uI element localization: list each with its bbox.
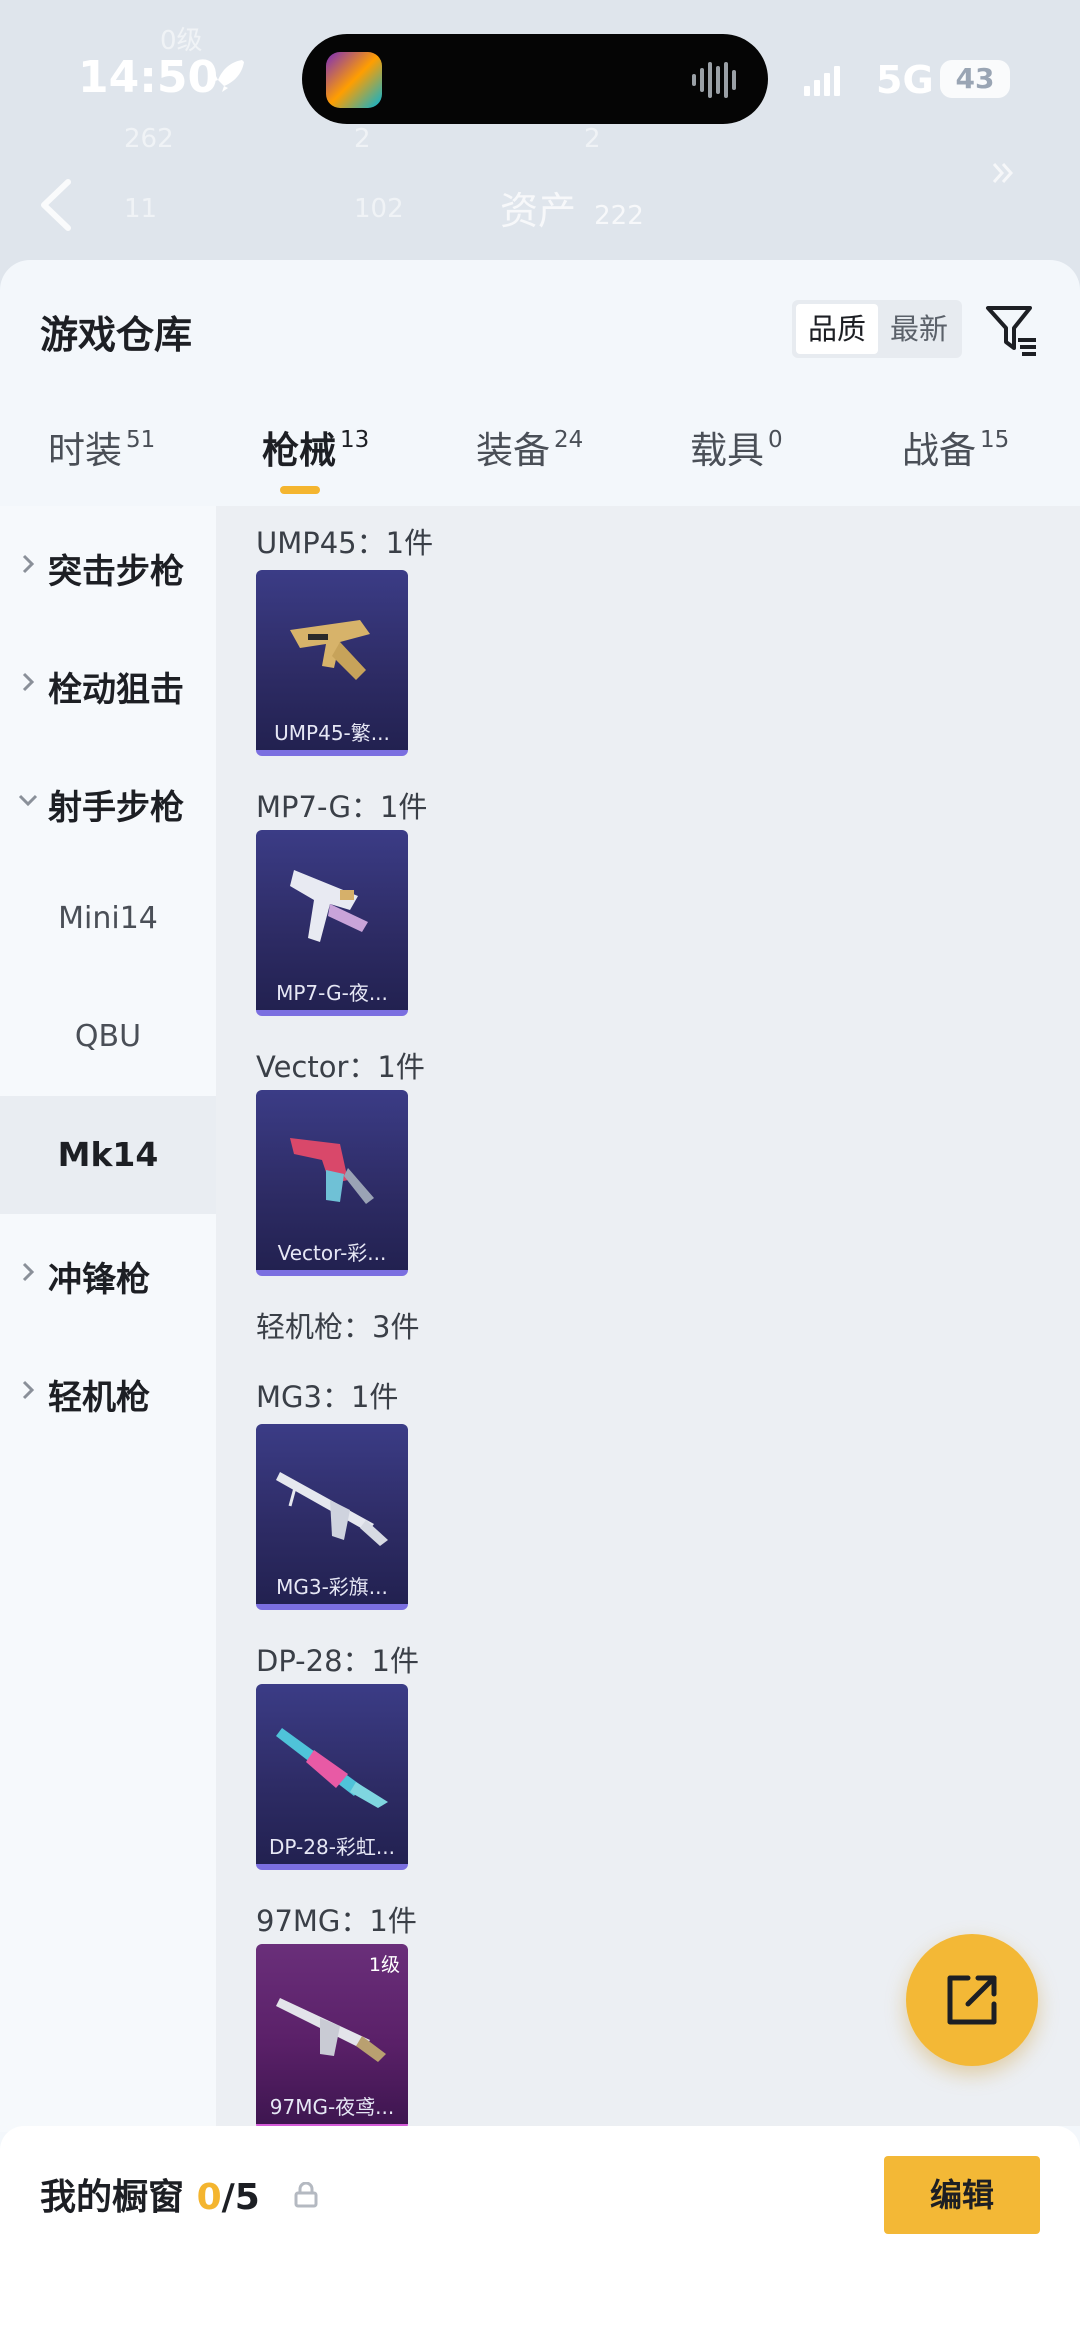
sidebar-item-lmg[interactable]: 轻机枪 <box>0 1332 216 1450</box>
group-title: 97MG：1件 <box>256 1904 417 1938</box>
assets-title: 资产 222 <box>500 189 644 233</box>
group-title: MP7-G：1件 <box>256 790 428 824</box>
dp28-skin-icon <box>276 1728 388 1808</box>
vector-skin-icon <box>290 1138 374 1204</box>
showcase-title: 我的橱窗 0/5 <box>40 2177 260 2218</box>
network-label: 5G <box>876 58 934 102</box>
share-icon <box>947 1975 997 2025</box>
rocket-icon <box>212 60 244 92</box>
item-card[interactable]: 1级 97MG-夜鸢... <box>256 1944 408 2126</box>
chevron-right-icon <box>22 672 35 692</box>
signal-icon <box>804 66 840 96</box>
item-name: 97MG-夜鸢... <box>269 2095 395 2119</box>
chevron-right-icon <box>22 554 35 574</box>
chevron-right-icon <box>22 1380 35 1400</box>
battery-indicator: 43 <box>940 60 1010 98</box>
tab-equipment[interactable]: 装备 24 <box>476 420 583 500</box>
sidebar-item-marksman-rifle[interactable]: 射手步枪 <box>0 742 216 860</box>
chevron-down-icon <box>18 794 38 807</box>
item-card[interactable]: DP-28-彩虹... <box>256 1684 408 1870</box>
category-tabs: 时装 51 枪械 13 装备 24 载具 0 战备 15 <box>0 420 1080 500</box>
category-sidebar: 突击步枪 栓动狙击 射手步枪 Mini14 QBU Mk14 冲锋枪 轻机枪 <box>0 506 216 2132</box>
item-name: MG3-彩旗... <box>276 1575 388 1599</box>
tab-fashion[interactable]: 时装 51 <box>48 420 155 500</box>
sort-newest-button[interactable]: 最新 <box>878 304 960 354</box>
sort-toggle: 品质 最新 <box>792 300 962 358</box>
item-card[interactable]: MG3-彩旗... <box>256 1424 408 1610</box>
group-title: DP-28：1件 <box>256 1644 419 1678</box>
ump45-skin-icon <box>290 620 370 680</box>
tab-supplies[interactable]: 战备 15 <box>902 420 1009 500</box>
sidebar-sub-mk14[interactable]: Mk14 <box>0 1096 216 1214</box>
chevron-right-icon <box>22 1262 35 1282</box>
stat-4: 11 <box>124 194 158 224</box>
active-tab-indicator <box>280 486 320 494</box>
sheet-title: 游戏仓库 <box>40 313 193 357</box>
group-title: UMP45：1件 <box>256 526 434 560</box>
status-bar: 14:50 5G 43 <box>0 0 1080 140</box>
showcase-bar: 我的橱窗 0/5 编辑 <box>0 2126 1080 2347</box>
lock-icon <box>294 2182 318 2208</box>
item-name: DP-28-彩虹... <box>269 1835 395 1859</box>
item-card[interactable]: UMP45-繁... <box>256 570 408 756</box>
edit-button[interactable]: 编辑 <box>884 2156 1040 2234</box>
tab-vehicles[interactable]: 载具 0 <box>690 420 783 500</box>
group-title: Vector：1件 <box>256 1050 425 1084</box>
share-button[interactable] <box>906 1934 1038 2066</box>
dynamic-island <box>302 34 768 124</box>
showcase-total: /5 <box>221 2177 260 2218</box>
group-title: 轻机枪：3件 <box>256 1310 420 1344</box>
showcase-used-count: 0 <box>196 2177 222 2218</box>
item-name: MP7-G-夜... <box>276 981 388 1005</box>
back-icon[interactable] <box>38 178 74 232</box>
item-card[interactable]: Vector-彩... <box>256 1090 408 1276</box>
sidebar-item-smg[interactable]: 冲锋枪 <box>0 1214 216 1332</box>
filter-icon[interactable] <box>984 302 1040 358</box>
group-title: MG3：1件 <box>256 1380 399 1414</box>
item-name: UMP45-繁... <box>274 721 390 745</box>
sort-quality-button[interactable]: 品质 <box>796 304 878 354</box>
sidebar-sub-mini14[interactable]: Mini14 <box>0 860 216 978</box>
97mg-skin-icon <box>276 1998 386 2062</box>
item-name: Vector-彩... <box>277 1241 387 1265</box>
item-card[interactable]: MP7-G-夜... <box>256 830 408 1016</box>
app-icon <box>326 52 382 108</box>
audio-wave-icon <box>692 62 736 98</box>
stat-5: 102 <box>354 194 404 224</box>
clock: 14:50 <box>78 52 219 103</box>
sidebar-item-assault-rifle[interactable]: 突击步枪 <box>0 506 216 624</box>
sidebar-item-bolt-sniper[interactable]: 栓动狙击 <box>0 624 216 742</box>
mp7-skin-icon <box>290 870 368 942</box>
sidebar-sub-qbu[interactable]: QBU <box>0 978 216 1096</box>
item-list: UMP45：1件 UMP45-繁... MP7-G：1件 MP7-G-夜... … <box>216 506 1080 2126</box>
mg3-skin-icon <box>276 1472 388 1546</box>
more-icon[interactable] <box>990 160 1016 186</box>
